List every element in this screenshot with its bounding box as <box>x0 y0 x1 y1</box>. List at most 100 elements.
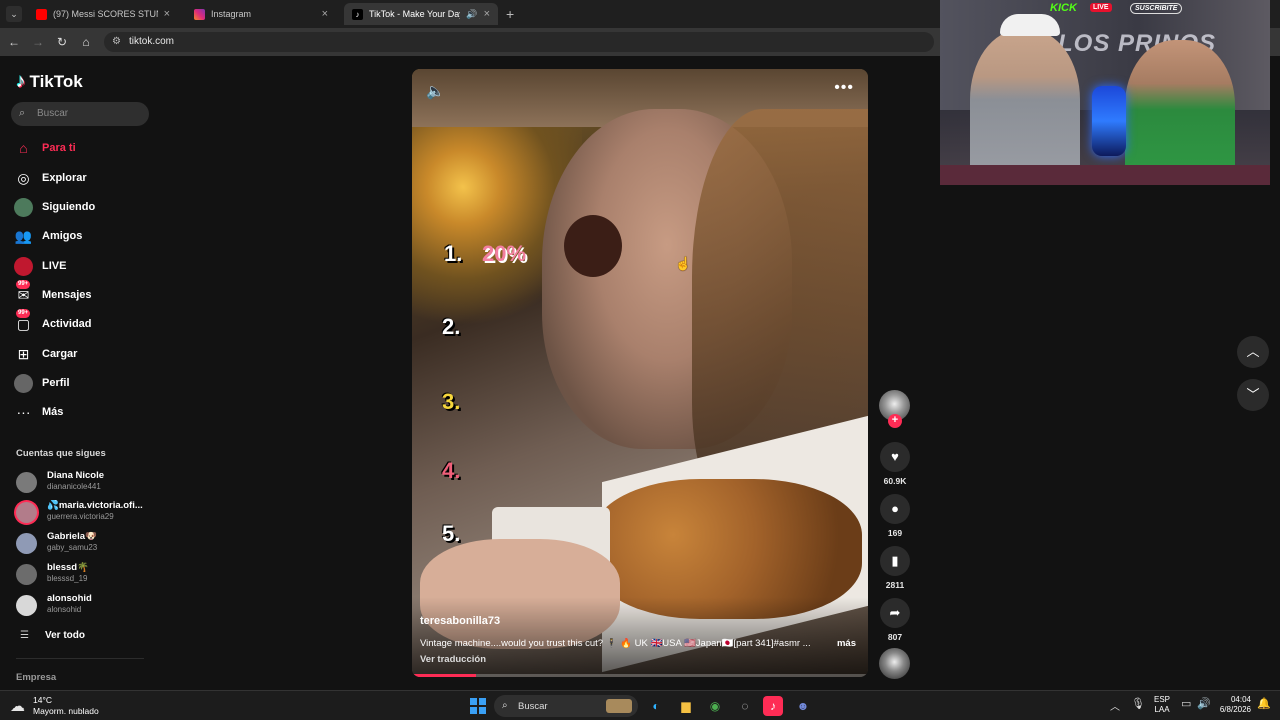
weather-condition[interactable]: Mayorm. nublado <box>33 706 99 716</box>
nav-live[interactable]: LIVE <box>14 255 154 277</box>
close-icon[interactable]: × <box>164 8 170 20</box>
heart-icon: ♥ <box>880 442 910 472</box>
search-icon: ⌕ <box>502 700 508 711</box>
comment-icon: ● <box>880 494 910 524</box>
account-name: 💦maria.victoria.ofi... <box>47 500 143 511</box>
previous-video-button[interactable]: ︿ <box>1237 336 1269 368</box>
account-handle: diananicole441 <box>47 482 101 491</box>
translate-link[interactable]: Ver traducción <box>420 654 486 665</box>
overlay-rank-5: 5. <box>442 521 461 546</box>
clock[interactable]: 04:04 6/8/2026 <box>1215 695 1251 715</box>
reload-icon[interactable]: ↻ <box>54 34 70 50</box>
overlay-rank-2: 2. <box>442 314 461 339</box>
close-icon[interactable]: × <box>322 8 328 20</box>
messages-badge: 99+ <box>16 279 31 289</box>
music-disc-icon[interactable] <box>879 648 910 679</box>
back-icon[interactable]: ← <box>6 34 22 50</box>
nav-label: Actividad <box>42 318 92 330</box>
following-account[interactable]: Gabriela🐶 gaby_samu23 <box>16 531 156 557</box>
taskbar-search[interactable]: ⌕ Buscar <box>494 695 638 717</box>
stream-desk <box>940 165 1270 185</box>
activity-icon: ▢ 99+ <box>16 308 31 332</box>
microphone-tray-icon[interactable]: 🎙 <box>1131 697 1145 710</box>
tab-instagram[interactable]: Instagram × <box>186 3 336 25</box>
save-button[interactable]: ▮ 2811 <box>879 546 911 590</box>
tab-youtube[interactable]: (97) Messi SCORES STUNNING × <box>28 3 178 25</box>
obs-icon[interactable]: ◌ <box>735 696 755 716</box>
nav-amigos[interactable]: 👥 Amigos <box>14 225 154 247</box>
video-author[interactable]: teresabonilla73 <box>420 615 500 627</box>
nav-explorar[interactable]: ◎ Explorar <box>14 167 154 189</box>
bookmark-icon: ▮ <box>880 546 910 576</box>
tiktok-icon: ♪ <box>352 8 363 20</box>
weather-temperature[interactable]: 14°C <box>33 695 52 705</box>
overlay-rank-4: 4. <box>442 458 461 483</box>
following-account[interactable]: 💦maria.victoria.ofi... guerrera.victoria… <box>16 500 156 526</box>
comment-button[interactable]: ● 169 <box>879 494 911 538</box>
search-input[interactable]: ⌕ Buscar <box>11 102 149 126</box>
more-options-icon[interactable]: ••• <box>834 79 854 97</box>
site-info-icon[interactable]: ⚙ <box>112 36 122 48</box>
brand-name: TikTok <box>29 72 83 91</box>
home-icon[interactable]: ⌂ <box>78 34 94 50</box>
video-player[interactable]: 1. 20% 2. 3. 4. 5. 🔈 ••• teresabonilla73… <box>412 69 868 677</box>
tiktok-logo[interactable]: ♪ TikTok <box>16 71 83 93</box>
windows-start-icon[interactable] <box>470 698 486 714</box>
save-count: 2811 <box>885 580 905 590</box>
network-icon[interactable]: ▭ <box>1181 697 1191 710</box>
file-explorer-icon[interactable]: ▆ <box>676 696 696 716</box>
close-icon[interactable]: × <box>484 8 490 20</box>
microphone-icon <box>1092 86 1126 156</box>
company-section[interactable]: Empresa <box>16 672 56 683</box>
streamer-right <box>1125 40 1235 185</box>
live-icon <box>14 256 33 276</box>
new-tab-button[interactable]: + <box>506 6 514 22</box>
account-name: Gabriela🐶 <box>47 531 97 542</box>
nav-cargar[interactable]: ⊞ Cargar <box>14 343 154 365</box>
tab-search-button[interactable]: ⌄ <box>6 6 22 22</box>
url-field[interactable]: ⚙ tiktok.com <box>104 32 934 52</box>
instagram-icon <box>194 8 205 20</box>
edge-icon[interactable]: ◐ <box>646 696 666 716</box>
see-all-button[interactable]: ☰ Ver todo <box>20 630 85 641</box>
nav-mensajes[interactable]: ✉ 99+ Mensajes <box>14 279 154 306</box>
chevron-up-icon[interactable]: ︿ <box>1110 698 1120 713</box>
video-progress-bar[interactable] <box>412 674 868 677</box>
sidebar: ♪ TikTok ⌕ Buscar ⌂ Para ti ◎ Explorar S… <box>0 56 160 690</box>
nav-label: Más <box>42 406 64 418</box>
profile-icon <box>14 373 33 393</box>
volume-tray-icon[interactable]: 🔊 <box>1197 697 1211 710</box>
nav-para-ti[interactable]: ⌂ Para ti <box>14 137 154 159</box>
volume-icon[interactable]: 🔈 <box>426 82 445 100</box>
like-button[interactable]: ♥ 60.9K <box>879 442 911 486</box>
language-indicator[interactable]: ESP LAA <box>1154 695 1170 715</box>
notification-bell-icon[interactable]: 🔔 <box>1257 697 1271 710</box>
discord-icon[interactable]: ☻ <box>793 696 813 716</box>
list-icon: ☰ <box>20 630 29 641</box>
nav-perfil[interactable]: Perfil <box>14 372 154 394</box>
weather-icon[interactable]: ☁ <box>10 697 25 715</box>
nav-siguiendo[interactable]: Siguiendo <box>14 196 154 218</box>
next-video-button[interactable]: ﹀ <box>1237 379 1269 411</box>
tiktok-app-icon[interactable]: ♪ <box>763 696 783 716</box>
nav-label: LIVE <box>42 260 67 272</box>
nav-mas[interactable]: ··· Más <box>14 401 154 423</box>
follow-button[interactable]: + <box>888 414 902 428</box>
description-more-link[interactable]: más <box>837 638 856 649</box>
account-handle: guerrera.victoria29 <box>47 512 114 521</box>
overlay-percent: 20% <box>482 241 527 266</box>
friends-icon: 👥 <box>14 227 33 244</box>
tab-tiktok[interactable]: ♪ TikTok - Make Your Day 🔊 × <box>344 3 498 25</box>
following-account[interactable]: alonsohid alonsohid <box>16 593 156 619</box>
following-account[interactable]: Diana Nicole diananicole441 <box>16 470 156 496</box>
speaker-icon[interactable]: 🔊 <box>466 9 477 20</box>
following-account[interactable]: blessd🌴 blesssd_19 <box>16 562 156 588</box>
activity-badge: 99+ <box>16 308 31 318</box>
avatar <box>16 564 37 585</box>
nav-label: Para ti <box>42 142 76 154</box>
chrome-icon[interactable]: ◉ <box>705 696 725 716</box>
forward-icon[interactable]: → <box>30 34 46 50</box>
share-button[interactable]: ➦ 807 <box>879 598 911 642</box>
avatar <box>16 472 37 493</box>
nav-actividad[interactable]: ▢ 99+ Actividad <box>14 308 154 335</box>
